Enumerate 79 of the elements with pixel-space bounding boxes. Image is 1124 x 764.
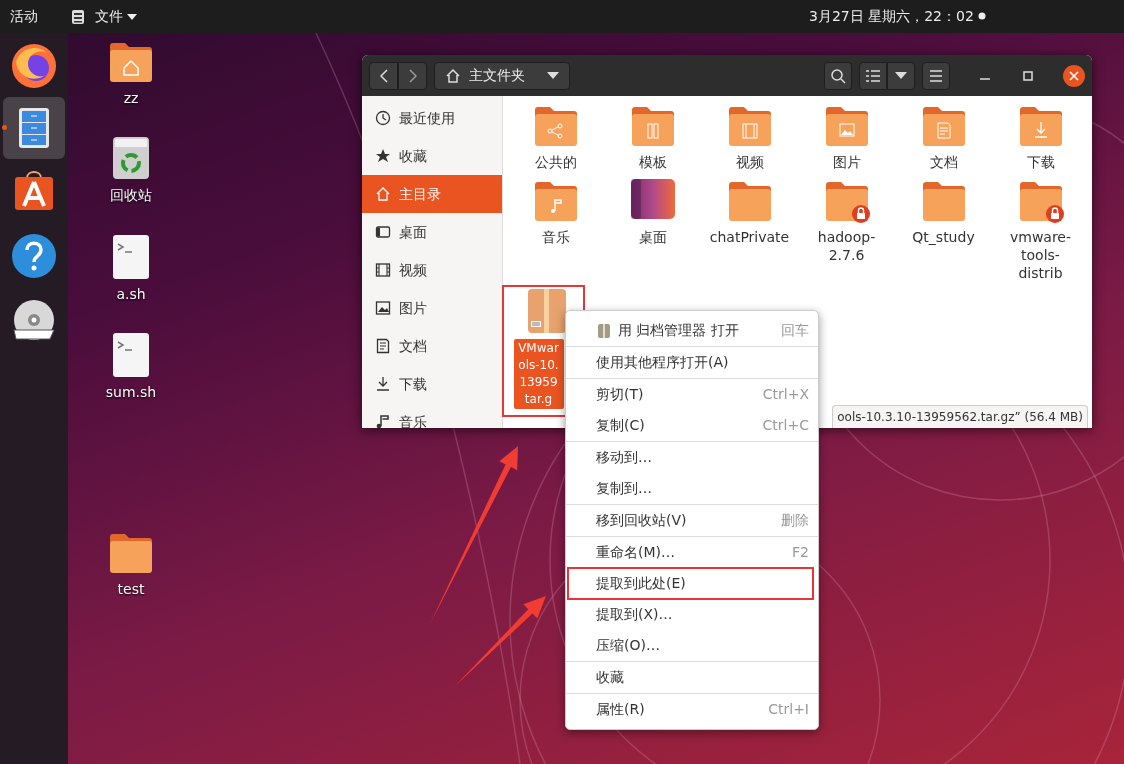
menu-item[interactable]: 使用其他程序打开(A) <box>566 347 818 378</box>
status-label: ools-10.3.10-13959562.tar.gz” (56.4 MB) <box>832 405 1088 428</box>
sidebar-item[interactable]: 音乐 <box>362 403 502 428</box>
list-icon <box>866 69 880 82</box>
forward-button[interactable] <box>398 61 427 90</box>
file-label[interactable]: hadoop- 2.7.6 <box>817 228 876 264</box>
script-file-icon[interactable] <box>112 332 150 378</box>
menu-item[interactable]: 提取到(X)… <box>566 599 818 630</box>
home-icon <box>375 186 391 202</box>
file-label[interactable]: 模板 <box>638 153 667 171</box>
star-icon <box>375 148 391 164</box>
desktop-icon <box>375 224 391 240</box>
maximize-icon[interactable] <box>1022 69 1034 82</box>
document-icon <box>375 338 391 354</box>
help-icon <box>10 232 58 280</box>
file-label[interactable]: 桌面 <box>638 228 667 246</box>
desktop-icon-label[interactable]: zz <box>123 88 139 109</box>
menu-item[interactable]: 压缩(O)… <box>566 630 818 661</box>
menu-item[interactable]: 用 归档管理器 打开 回车 <box>566 315 818 346</box>
sidebar-item[interactable]: 最近使用 <box>362 99 502 137</box>
menu-item[interactable]: 属性(R) Ctrl+I <box>566 694 818 725</box>
sidebar-item[interactable]: 主目录 <box>362 175 502 213</box>
file-label[interactable]: chatPrivate <box>709 228 790 246</box>
script-file-icon[interactable] <box>112 234 150 280</box>
trash-icon[interactable] <box>111 135 151 181</box>
menu-item[interactable]: 移到回收站(V) 删除 <box>566 505 818 536</box>
clock[interactable]: 3月27日 星期六，22：02 <box>809 6 974 27</box>
sidebar-item[interactable]: 视频 <box>362 251 502 289</box>
sidebar-item[interactable]: 文档 <box>362 327 502 365</box>
status-dot-icon <box>978 12 986 20</box>
music-note-icon <box>375 414 391 428</box>
location-button[interactable]: 主文件夹 <box>434 61 570 90</box>
sidebar-item[interactable]: 下载 <box>362 365 502 403</box>
search-icon <box>830 67 846 84</box>
view-options-button[interactable] <box>887 61 915 90</box>
caret-icon <box>127 13 137 20</box>
menu-item[interactable]: 复制(C) Ctrl+C <box>566 410 818 441</box>
file-label[interactable]: 音乐 <box>541 228 570 246</box>
desktop-icon-label[interactable]: test <box>117 579 145 600</box>
desktop-icon-label[interactable]: sum.sh <box>105 382 157 403</box>
download-icon <box>375 376 391 392</box>
chevron-right-icon <box>408 68 417 83</box>
sidebar-item[interactable]: 桌面 <box>362 213 502 251</box>
menu-item[interactable]: 提取到此处(E) <box>566 568 818 599</box>
menu-icon <box>929 69 943 82</box>
file-label[interactable]: 文档 <box>929 153 958 171</box>
film-icon <box>375 262 391 278</box>
menu-button[interactable] <box>922 61 950 90</box>
file-label[interactable]: 公共的 <box>534 153 577 171</box>
sidebar-item[interactable]: 图片 <box>362 289 502 327</box>
back-button[interactable] <box>369 61 398 90</box>
file-label[interactable]: 图片 <box>832 153 861 171</box>
search-button[interactable] <box>824 61 852 90</box>
chevron-left-icon <box>379 68 388 83</box>
activities-button[interactable]: 活动 <box>10 6 38 27</box>
file-label[interactable]: vmware- tools- distrib <box>1009 228 1072 282</box>
menu-item[interactable]: 收藏 <box>566 662 818 693</box>
dock-item[interactable] <box>3 97 65 159</box>
list-view-button[interactable] <box>859 61 887 90</box>
browser-icon <box>10 42 58 90</box>
menu-item[interactable]: 复制到… <box>566 473 818 504</box>
picture-icon <box>375 300 391 316</box>
file-label[interactable]: 下载 <box>1026 153 1055 171</box>
clock-icon <box>375 110 391 126</box>
menu-item[interactable]: 重命名(M)… F2 <box>566 537 818 568</box>
menu-item[interactable]: 移动到… <box>566 442 818 473</box>
file-label[interactable]: VMwar ols-10. 13959 tar.g <box>513 339 564 409</box>
menu-item[interactable]: 剪切(T) Ctrl+X <box>566 379 818 410</box>
caret-icon <box>547 72 559 79</box>
file-label[interactable]: 视频 <box>735 153 764 171</box>
home-icon <box>445 67 461 84</box>
files-icon <box>71 8 85 25</box>
close-icon[interactable] <box>1063 64 1085 87</box>
caret-icon <box>895 72 907 79</box>
file-label[interactable]: Qt_study <box>912 228 975 246</box>
app-menu[interactable]: 文件 <box>71 6 137 27</box>
desktop-icon-label[interactable]: 回收站 <box>110 185 152 206</box>
sidebar-item[interactable]: 收藏 <box>362 137 502 175</box>
desktop-icon-label[interactable]: a.sh <box>116 284 146 305</box>
